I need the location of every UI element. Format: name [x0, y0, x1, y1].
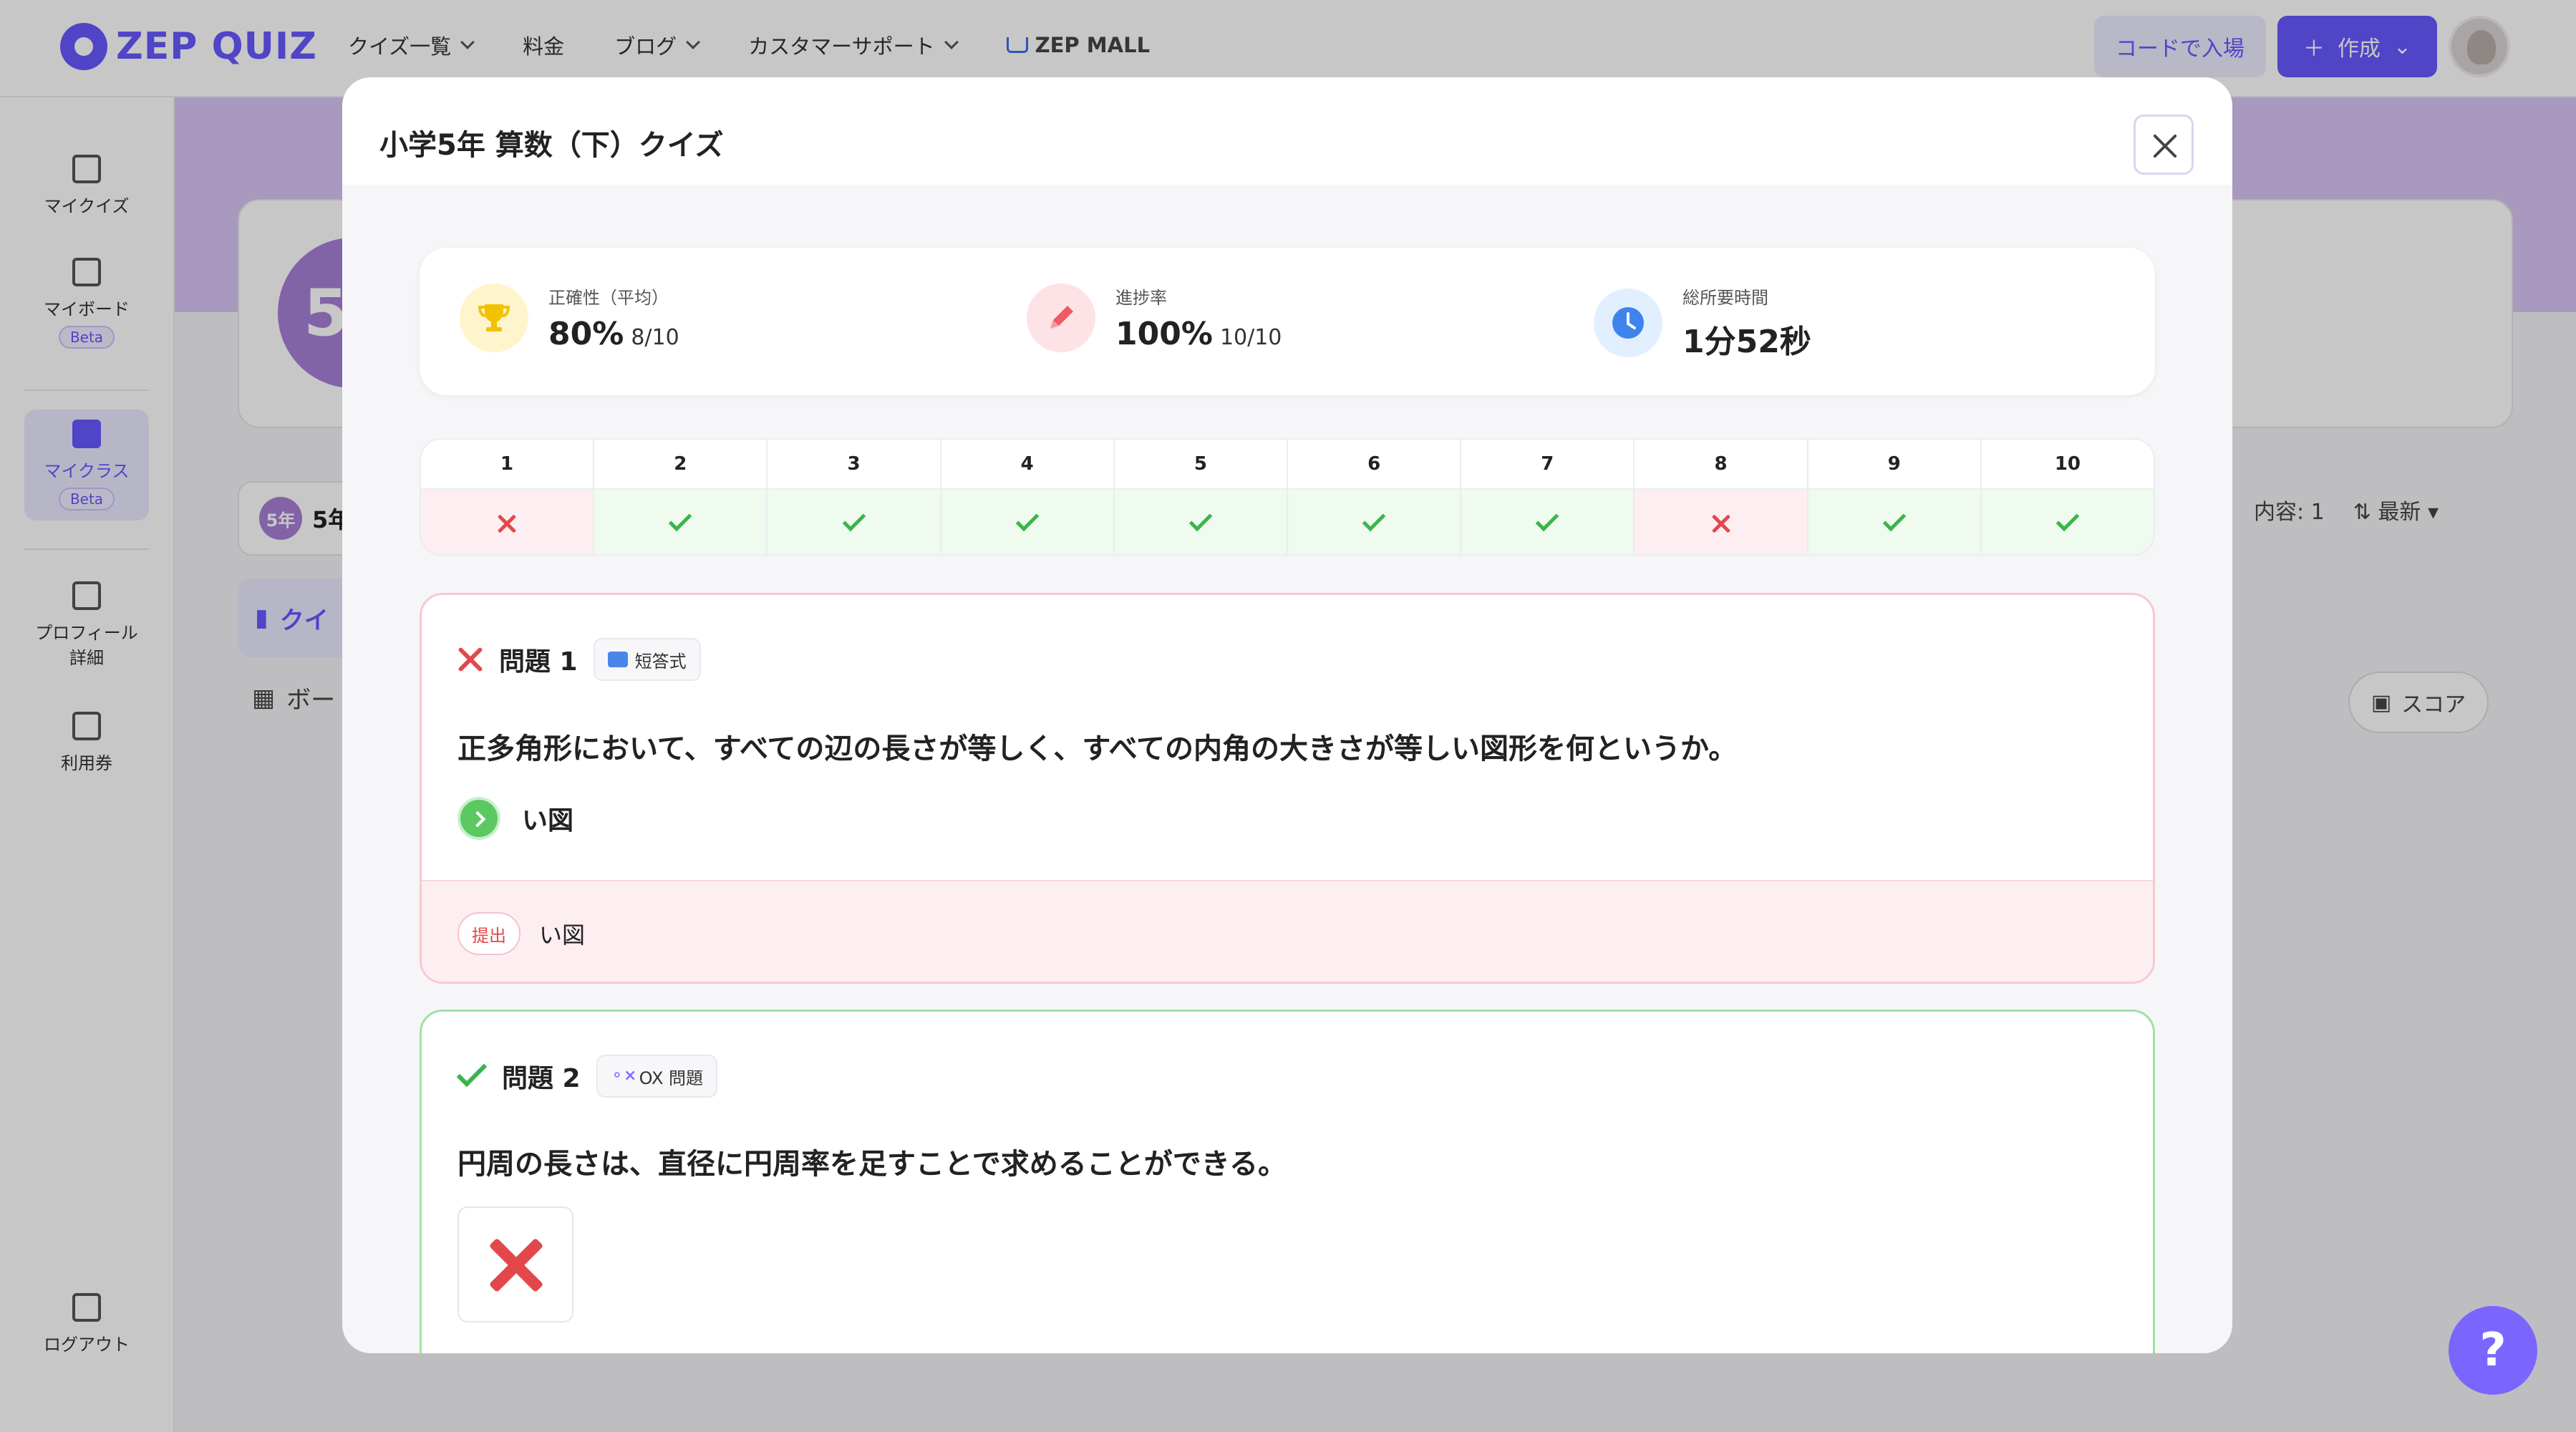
result-grid: 1 2 3 4 5 6 7 8 9 10: [420, 438, 2155, 556]
wrong-icon: [497, 513, 517, 533]
result-correct: [594, 490, 767, 554]
check-icon: [1188, 508, 1213, 532]
quiz-result-modal: 小学5年 算数（下）クイズ 正確性（平均） 80% 8/10 進捗率 100% 10…: [342, 77, 2232, 1353]
x-answer-icon: [457, 1206, 573, 1322]
ox-icon: ⚬×: [610, 1067, 637, 1085]
stat-progress-sub: 10/10: [1219, 325, 1282, 350]
question-type-label: 短答式: [634, 651, 687, 672]
result-number: 7: [1461, 440, 1634, 490]
result-correct: [768, 490, 940, 554]
result-cell[interactable]: 6: [1288, 440, 1462, 554]
result-cell[interactable]: 1: [421, 440, 595, 554]
result-cell[interactable]: 4: [941, 440, 1115, 554]
question-text: 円周の長さは、直径に円周率を足すことで求めることができる。: [457, 1148, 1287, 1181]
question-card: 問題 1 短答式 正多角形において、すべての辺の長さが等しく、すべての内角の大き…: [420, 593, 2155, 984]
result-cell[interactable]: 7: [1461, 440, 1635, 554]
result-wrong: [421, 490, 594, 554]
result-number: 5: [1114, 440, 1287, 490]
result-cell[interactable]: 8: [1635, 440, 1808, 554]
trophy-icon: [460, 284, 528, 352]
correct-answer: い図: [457, 797, 573, 840]
result-correct: [1114, 490, 1287, 554]
result-number: 1: [421, 440, 594, 490]
stat-time-label: 総所要時間: [1682, 288, 1768, 308]
question-type-label: OX 問題: [639, 1068, 704, 1088]
question-card: 問題 2 ⚬× OX 問題 円周の長さは、直径に円周率を足すことで求めることができ…: [420, 1010, 2155, 1353]
result-number: 2: [594, 440, 767, 490]
check-icon: [456, 1056, 488, 1088]
wrong-icon: [457, 647, 483, 672]
stat-progress: 進捗率 100% 10/10: [1027, 284, 1282, 352]
question-text: 正多角形において、すべての辺の長さが等しく、すべての内角の大きさが等しい図形を何…: [457, 732, 1738, 765]
check-icon: [1015, 508, 1039, 532]
stat-accuracy: 正確性（平均） 80% 8/10: [460, 284, 679, 352]
stats-card: 正確性（平均） 80% 8/10 進捗率 100% 10/10 総所要時間 1分52…: [420, 248, 2155, 395]
stat-time-value: 1分52秒: [1682, 324, 1811, 360]
stat-progress-label: 進捗率: [1115, 288, 1167, 308]
submitted-answer: い図: [539, 921, 586, 949]
stat-progress-value: 100%: [1115, 316, 1213, 352]
result-cell[interactable]: 5: [1114, 440, 1289, 554]
result-number: 3: [768, 440, 940, 490]
check-icon: [842, 508, 866, 532]
question-number: 問題 2: [502, 1064, 581, 1093]
result-correct: [1981, 490, 2154, 554]
check-icon: [1362, 508, 1386, 532]
check-icon: [1536, 508, 1559, 532]
result-number: 8: [1635, 440, 1807, 490]
result-correct: [941, 490, 1113, 554]
submitted-answer-row: 提出 い図: [422, 880, 2153, 982]
result-correct: [1288, 490, 1461, 554]
result-number: 10: [1981, 440, 2154, 490]
modal-title: 小学5年 算数（下）クイズ: [379, 129, 724, 162]
pencil-icon: [1027, 284, 1095, 352]
wrong-icon: [1711, 513, 1731, 533]
result-number: 4: [941, 440, 1113, 490]
result-number: 6: [1288, 440, 1461, 490]
result-cell[interactable]: 10: [1981, 440, 2154, 554]
result-cell[interactable]: 2: [594, 440, 768, 554]
result-cell[interactable]: 3: [768, 440, 941, 554]
modal-header: 小学5年 算数（下）クイズ: [342, 77, 2232, 185]
result-wrong: [1635, 490, 1807, 554]
close-icon[interactable]: [2134, 115, 2194, 175]
help-icon[interactable]: ?: [2449, 1306, 2537, 1395]
result-correct: [1461, 490, 1634, 554]
stat-accuracy-label: 正確性（平均）: [548, 288, 669, 308]
correct-answer-text: い図: [522, 806, 574, 836]
stat-total-time: 総所要時間 1分52秒: [1594, 284, 1811, 362]
result-correct: [1808, 490, 1980, 554]
stat-accuracy-value: 80%: [548, 316, 624, 352]
check-icon: [669, 508, 692, 532]
question-number: 問題 1: [499, 647, 578, 677]
clock-icon: [1594, 288, 1662, 357]
question-type-badge: 短答式: [593, 638, 701, 681]
check-icon: [1882, 508, 1906, 532]
stat-accuracy-sub: 8/10: [631, 325, 679, 350]
result-number: 9: [1808, 440, 1980, 490]
check-icon: [2056, 508, 2080, 532]
question-type-badge: ⚬× OX 問題: [596, 1055, 718, 1098]
chevron-right-icon: [457, 797, 500, 840]
chat-icon: [607, 652, 628, 667]
result-cell[interactable]: 9: [1808, 440, 1982, 554]
submit-badge: 提出: [457, 912, 520, 955]
